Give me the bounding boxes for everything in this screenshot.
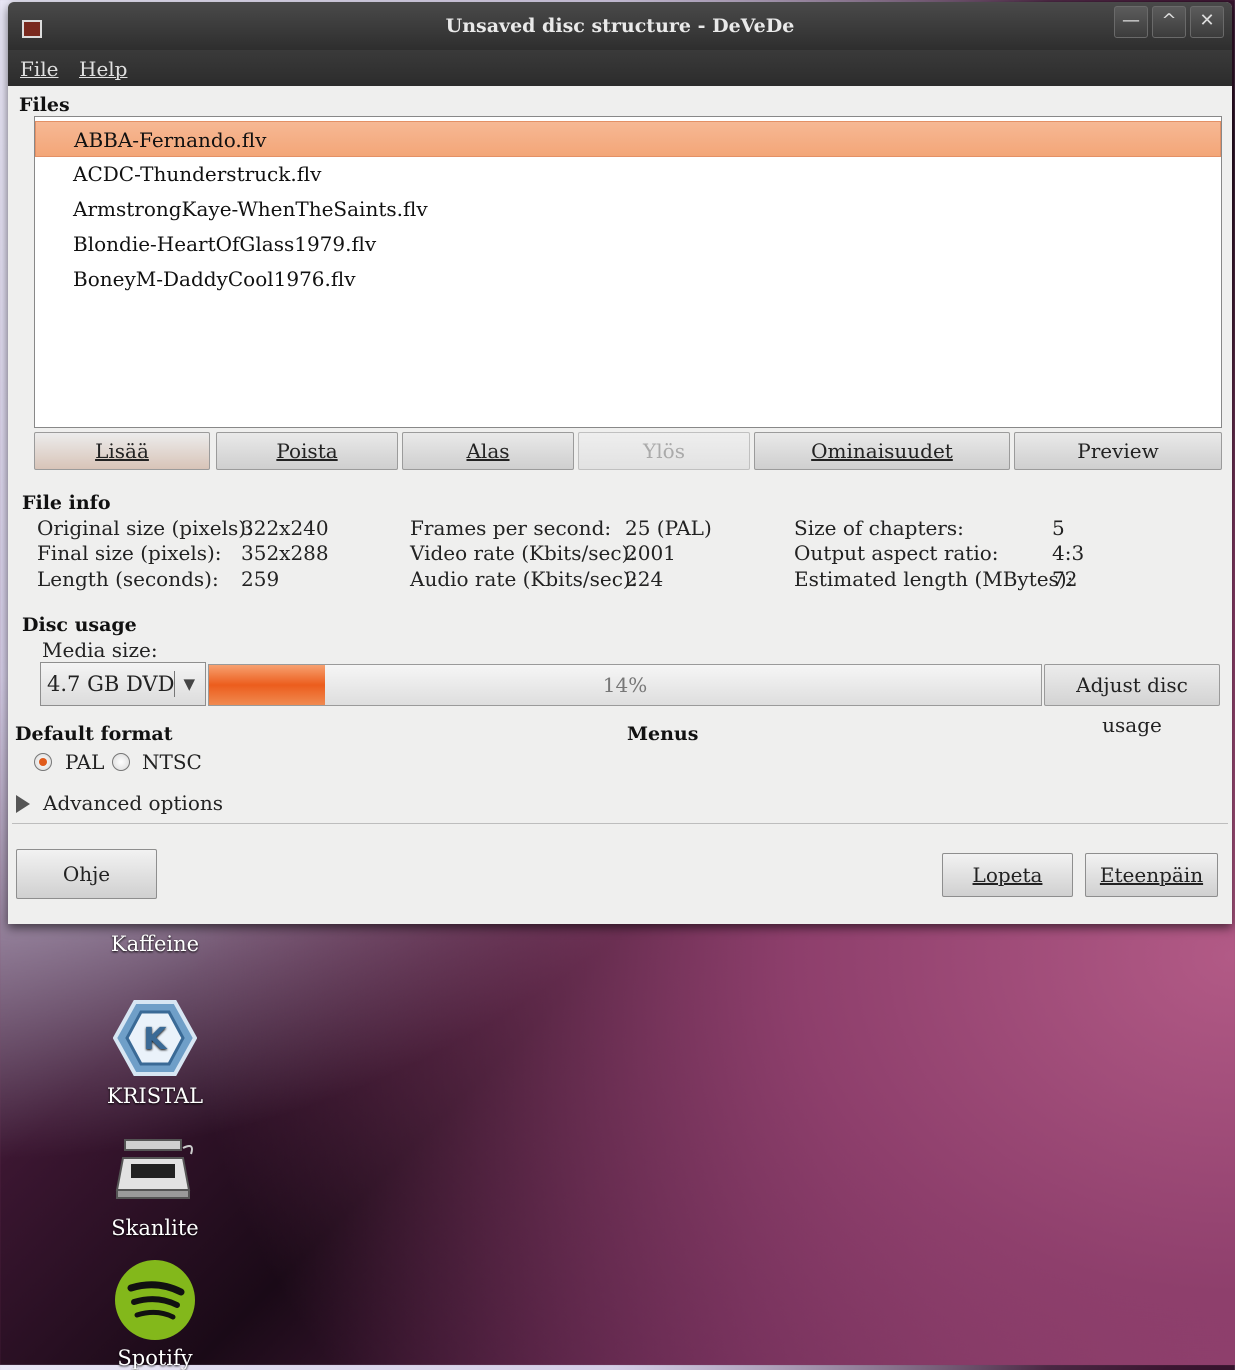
estimated-length-value: 72 — [1052, 567, 1078, 591]
file-list-item[interactable]: Blondie-HeartOfGlass1979.flv — [35, 226, 1221, 262]
file-list-item[interactable]: ABBA-Fernando.flv — [35, 121, 1221, 157]
desktop-icon-skanlite[interactable]: Skanlite — [90, 1128, 220, 1240]
desktop-icon-kaffeine[interactable]: Kaffeine — [90, 928, 220, 956]
video-rate-label: Video rate (Kbits/sec): — [410, 541, 637, 565]
disc-usage-bar: 14% — [208, 664, 1042, 706]
pal-label: PAL — [65, 750, 105, 774]
length-label: Length (seconds): — [37, 567, 219, 591]
kristal-icon: K — [112, 996, 198, 1080]
desktop-icon-label: KRISTAL — [106, 1084, 204, 1108]
divider — [12, 823, 1228, 824]
desktop-icon-label: Spotify — [117, 1346, 193, 1370]
file-list-item[interactable]: ACDC-Thunderstruck.flv — [35, 156, 1221, 192]
menus-heading: Menus — [627, 723, 699, 745]
move-up-button[interactable]: Ylös — [578, 432, 750, 470]
expander-arrow-icon[interactable] — [16, 795, 30, 813]
remove-button[interactable]: Poista — [216, 432, 398, 470]
close-button[interactable]: ✕ — [1190, 6, 1224, 38]
disc-usage-percent: 14% — [602, 673, 648, 697]
default-format-heading: Default format — [15, 723, 173, 745]
devede-window: Unsaved disc structure - DeVeDe — ^ ✕ Fi… — [8, 2, 1232, 924]
media-size-select[interactable]: 4.7 GB DVD ▼ — [40, 662, 206, 706]
desktop-icon-spotify[interactable]: Spotify — [90, 1258, 220, 1370]
window-title: Unsaved disc structure - DeVeDe — [445, 15, 795, 37]
final-size-value: 352x288 — [241, 541, 329, 565]
move-down-button[interactable]: Alas — [402, 432, 574, 470]
disc-usage-heading: Disc usage — [22, 614, 137, 636]
svg-text:K: K — [143, 1022, 168, 1057]
minimize-button[interactable]: — — [1114, 6, 1148, 38]
spotify-icon — [113, 1258, 197, 1342]
aspect-label: Output aspect ratio: — [794, 541, 999, 565]
chapters-value: 5 — [1052, 516, 1065, 540]
estimated-length-label: Estimated length (MBytes): — [794, 567, 1074, 591]
help-button[interactable]: Ohje — [16, 849, 157, 899]
desktop-icon-kristal[interactable]: K KRISTAL — [90, 996, 220, 1108]
scanner-icon — [113, 1128, 197, 1212]
properties-button[interactable]: Ominaisuudet — [754, 432, 1010, 470]
title-bar[interactable]: Unsaved disc structure - DeVeDe — ^ ✕ — [8, 2, 1232, 50]
fps-value: 25 (PAL) — [625, 516, 712, 540]
file-list-item[interactable]: BoneyM-DaddyCool1976.flv — [35, 261, 1221, 297]
ntsc-radio[interactable] — [112, 753, 130, 771]
preview-button[interactable]: Preview — [1014, 432, 1222, 470]
original-size-value: 322x240 — [241, 516, 329, 540]
add-button[interactable]: Lisää — [34, 432, 210, 470]
chevron-down-icon: ▼ — [183, 675, 195, 693]
menu-help[interactable]: Help — [79, 57, 127, 81]
file-info-heading: File info — [22, 492, 111, 514]
file-list[interactable]: ABBA-Fernando.flv ACDC-Thunderstruck.flv A… — [34, 116, 1222, 428]
video-rate-value: 2001 — [625, 541, 676, 565]
media-size-label: Media size: — [42, 638, 158, 662]
forward-button[interactable]: Eteenpäin — [1085, 853, 1218, 897]
chapters-label: Size of chapters: — [794, 516, 964, 540]
original-size-label: Original size (pixels): — [37, 516, 253, 540]
menu-file[interactable]: File — [20, 57, 59, 81]
files-heading: Files — [19, 94, 70, 116]
audio-rate-value: 224 — [625, 567, 664, 591]
final-size-label: Final size (pixels): — [37, 541, 222, 565]
menu-bar: File Help — [8, 50, 1232, 86]
ntsc-label: NTSC — [142, 750, 202, 774]
pal-radio[interactable] — [34, 753, 52, 771]
fps-label: Frames per second: — [410, 516, 612, 540]
advanced-options-expander[interactable]: Advanced options — [43, 791, 223, 815]
length-value: 259 — [241, 567, 280, 591]
audio-rate-label: Audio rate (Kbits/sec): — [410, 567, 638, 591]
desktop-icon-label: Skanlite — [111, 1216, 199, 1240]
desktop-icon-label: Kaffeine — [110, 932, 200, 956]
quit-button[interactable]: Lopeta — [942, 853, 1073, 897]
aspect-value: 4:3 — [1052, 541, 1085, 565]
maximize-button[interactable]: ^ — [1152, 6, 1186, 38]
adjust-disc-usage-button[interactable]: Adjust disc usage — [1044, 664, 1220, 737]
file-list-item[interactable]: ArmstrongKaye-WhenTheSaints.flv — [35, 191, 1221, 227]
